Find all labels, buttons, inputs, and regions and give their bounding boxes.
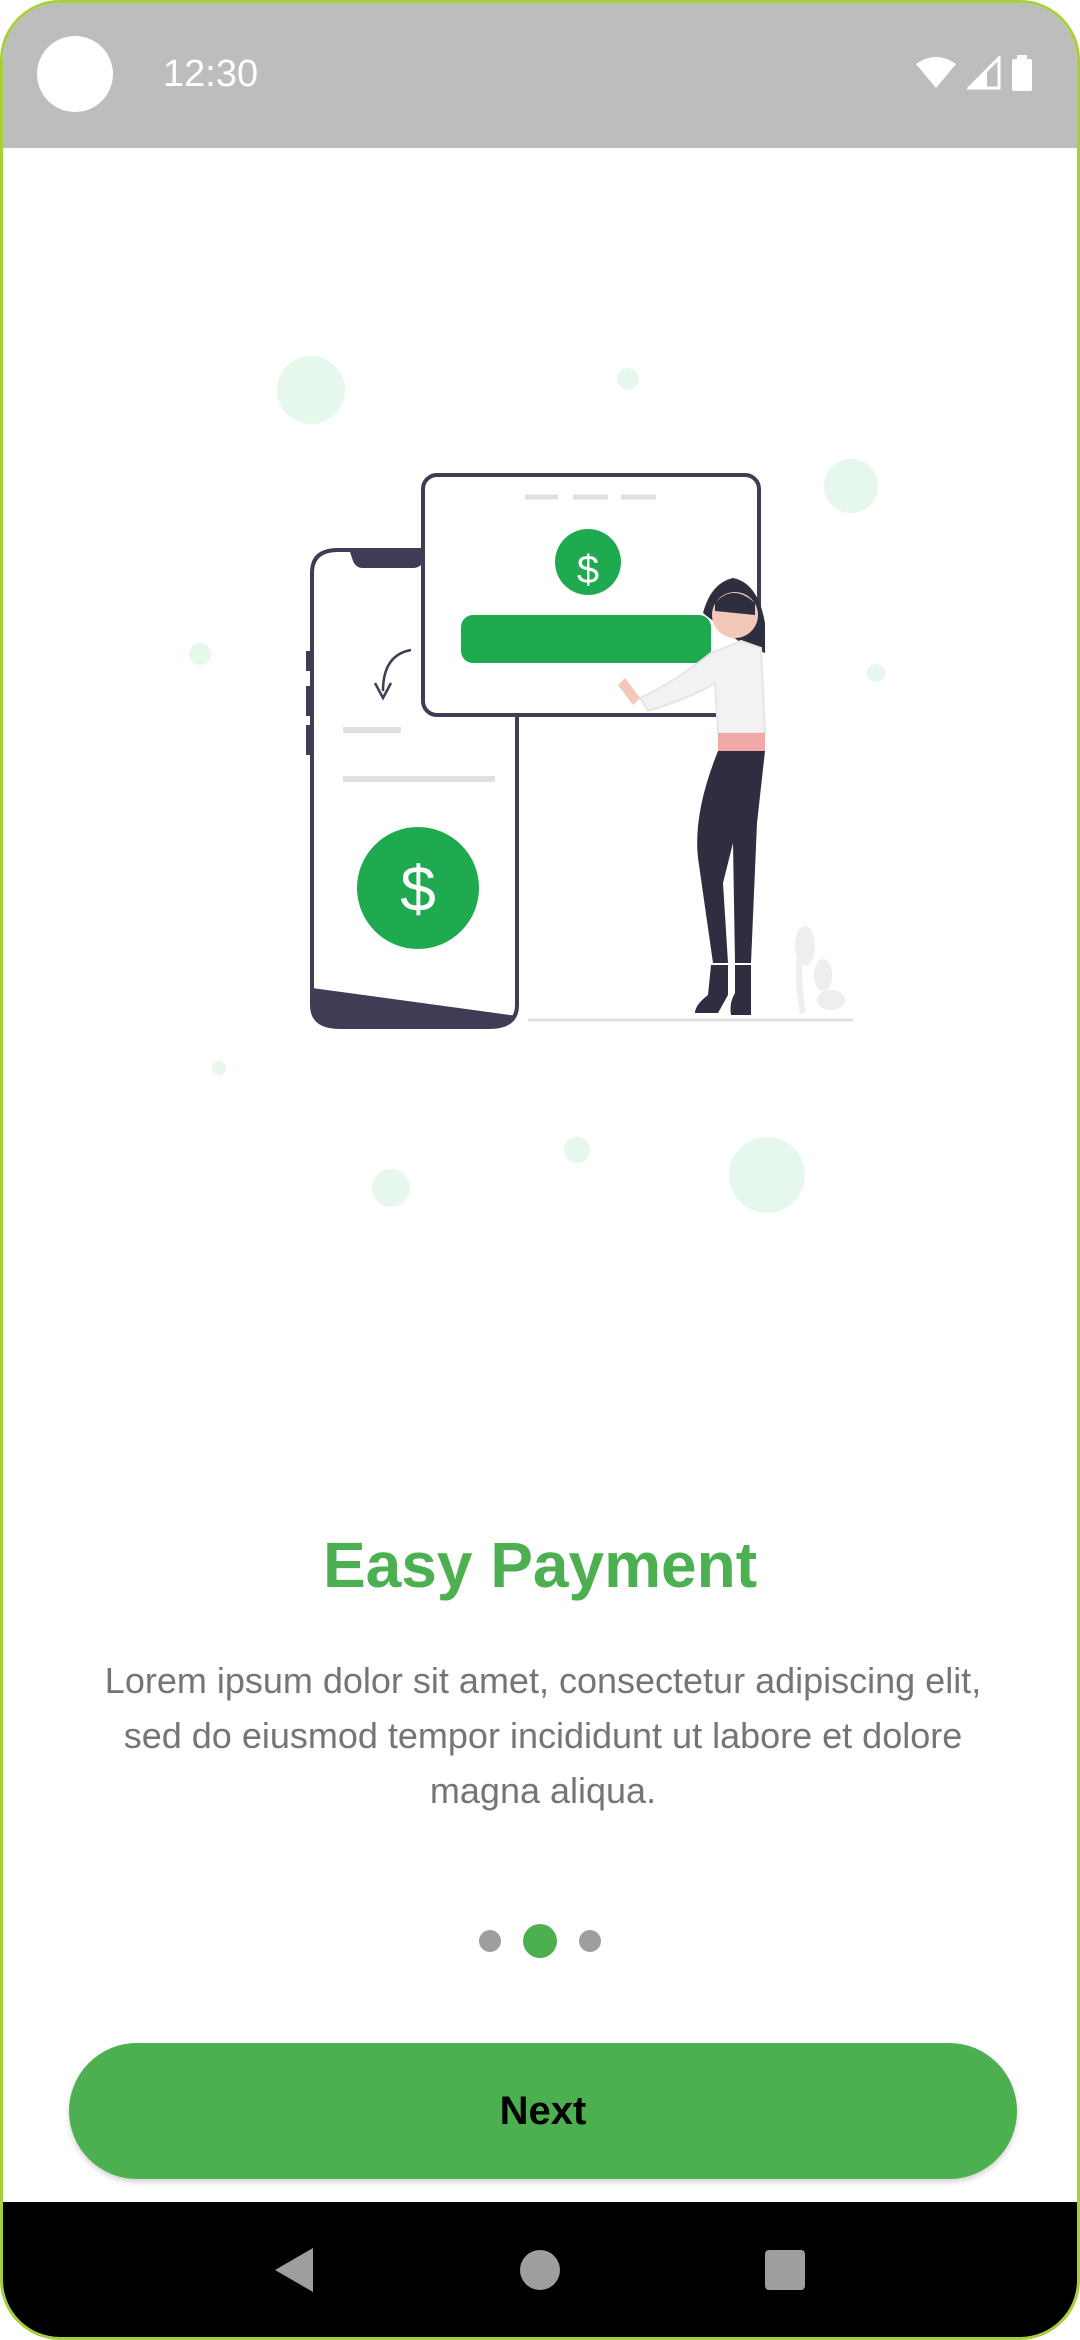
- onboarding-page: $ $ Easy Payment Lorem ipsum dolor sit a…: [3, 148, 1077, 2208]
- home-button[interactable]: [500, 2230, 580, 2310]
- status-icons: [915, 54, 1033, 96]
- back-button[interactable]: [255, 2230, 335, 2310]
- battery-icon: [1011, 55, 1033, 96]
- recents-button[interactable]: [745, 2230, 825, 2310]
- next-button[interactable]: Next: [69, 2043, 1017, 2179]
- onboarding-title: Easy Payment: [322, 1529, 758, 1601]
- status-time: 12:30: [163, 53, 259, 95]
- payment-illustration: $ $: [143, 243, 943, 1323]
- wifi-icon: [915, 56, 957, 95]
- home-icon: [519, 2249, 560, 2290]
- page-indicator: [3, 1924, 1077, 1958]
- device-frame: 12:30 $ $ Easy Payment Lorem ipsum dolor…: [0, 0, 1080, 2340]
- page-dot-1[interactable]: [479, 1930, 501, 1952]
- status-bar: 12:30: [3, 3, 1077, 148]
- svg-text:$: $: [577, 548, 599, 592]
- signal-icon: [965, 54, 1001, 95]
- recents-icon: [764, 2249, 805, 2290]
- page-dot-3[interactable]: [579, 1930, 601, 1952]
- page-dot-2-active[interactable]: [523, 1924, 557, 1958]
- onboarding-description: Lorem ipsum dolor sit amet, consectetur …: [104, 1660, 982, 1811]
- camera-cutout: [37, 36, 113, 112]
- svg-text:$: $: [400, 853, 436, 925]
- system-navigation-bar: [3, 2202, 1077, 2337]
- back-icon: [275, 2247, 314, 2292]
